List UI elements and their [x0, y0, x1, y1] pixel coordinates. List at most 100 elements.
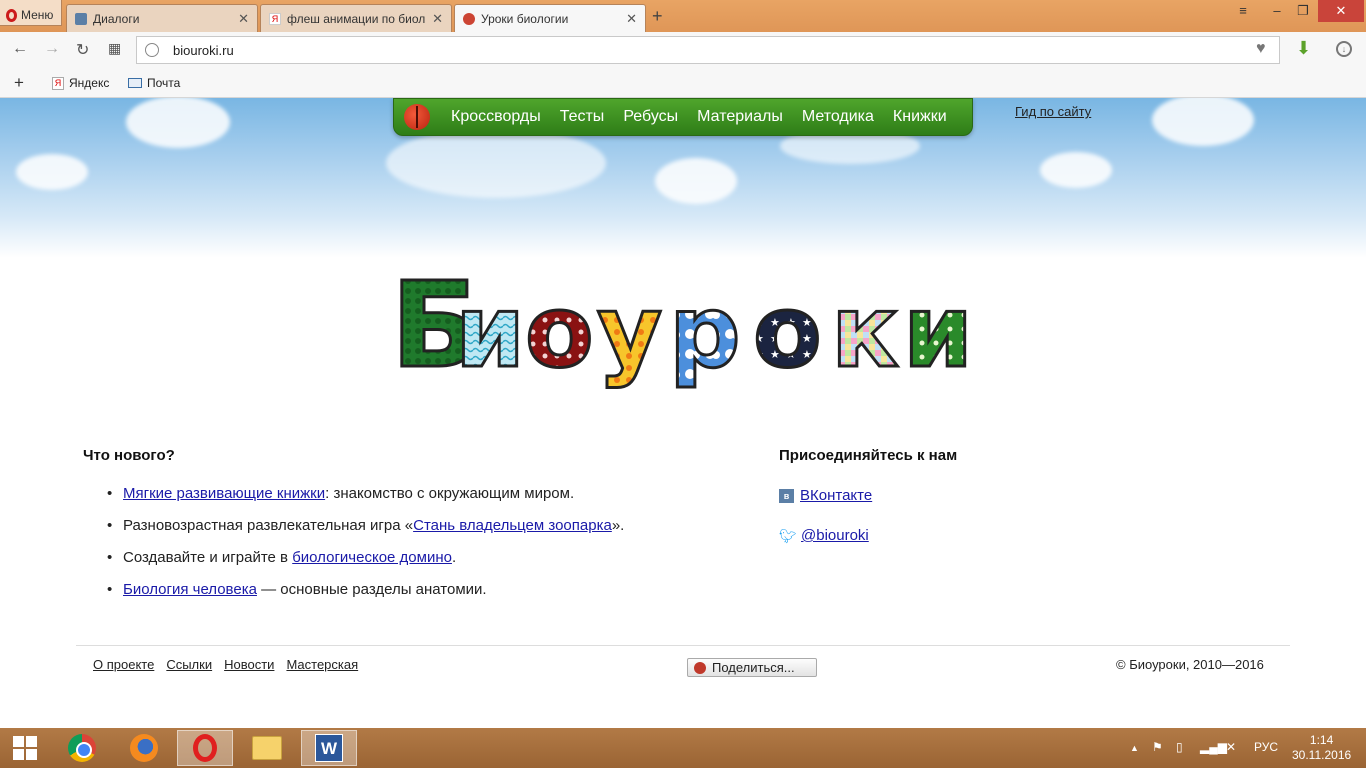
- share-button[interactable]: Поделиться...: [687, 658, 817, 677]
- bookmark-yandex[interactable]: Я Яндекс: [52, 76, 109, 90]
- ladybug-favicon-icon: [463, 13, 475, 25]
- footer-news-link[interactable]: Новости: [224, 657, 274, 672]
- title-bar: Меню Диалоги ✕ Я флеш анимации по биол ✕…: [0, 0, 1366, 33]
- list-item: Создавайте и играйте в биологическое дом…: [83, 548, 723, 580]
- chrome-icon: [68, 734, 96, 762]
- twitter-bird-icon: 🐦︎: [779, 527, 797, 544]
- svg-text:и: и: [903, 273, 973, 390]
- share-icon: [694, 661, 706, 674]
- taskbar-opera[interactable]: [177, 730, 233, 766]
- nav-materials[interactable]: Материалы: [697, 108, 783, 126]
- download-arrow-icon[interactable]: ⬇: [1296, 38, 1311, 59]
- tab-flash-animations[interactable]: Я флеш анимации по биол ✕: [260, 4, 452, 32]
- taskbar-firefox[interactable]: [116, 730, 172, 766]
- cloud-decoration: [655, 158, 737, 204]
- cloud-decoration: [386, 128, 606, 198]
- volume-muted-icon[interactable]: ✕: [1226, 740, 1236, 754]
- bio-domino-link[interactable]: биологическое домино: [292, 549, 452, 566]
- close-tab-icon[interactable]: ✕: [626, 11, 637, 27]
- opera-icon: [6, 8, 17, 22]
- social-title: Присоединяйтесь к нам: [779, 447, 958, 464]
- taskbar-explorer[interactable]: [239, 730, 295, 766]
- show-hidden-icons-icon[interactable]: ▲: [1130, 743, 1139, 753]
- news-text: — основные разделы анатомии.: [256, 581, 487, 598]
- signal-icon[interactable]: ▂▄▆: [1200, 740, 1227, 754]
- taskbar-chrome[interactable]: [54, 730, 110, 766]
- twitter-link[interactable]: @biouroki: [801, 527, 869, 544]
- footer-links: О проекте Ссылки Новости Мастерская: [93, 657, 358, 672]
- tab-dialogs[interactable]: Диалоги ✕: [66, 4, 258, 32]
- tab-label: флеш анимации по биол: [287, 11, 426, 26]
- taskbar: W ▲ ⚑ ▯ ▂▄▆ ✕ РУС 1:14 30.11.2016: [0, 728, 1366, 768]
- soft-books-link[interactable]: Мягкие развивающие книжки: [123, 485, 325, 502]
- nav-rebuses[interactable]: Ребусы: [623, 108, 678, 126]
- vk-social: в ВКонтакте: [779, 487, 872, 504]
- reload-icon[interactable]: ↻: [76, 40, 89, 60]
- svg-text:о: о: [525, 273, 594, 390]
- footer-links-link[interactable]: Ссылки: [166, 657, 212, 672]
- firefox-icon: [130, 734, 158, 762]
- svg-text:о: о: [753, 273, 822, 390]
- bookmark-label: Почта: [147, 76, 181, 90]
- opera-icon: [193, 734, 217, 762]
- address-bar[interactable]: biouroki.ru: [136, 36, 1280, 64]
- tab-label: Диалоги: [93, 11, 140, 26]
- site-info-icon[interactable]: [145, 43, 159, 57]
- share-label: Поделиться...: [712, 660, 795, 675]
- zoo-game-link[interactable]: Стань владельцем зоопарка: [413, 517, 612, 534]
- address-text: biouroki.ru: [173, 43, 234, 58]
- speed-dial-grid-icon[interactable]: ▦: [108, 40, 121, 57]
- site-nav: Кроссворды Тесты Ребусы Материалы Методи…: [393, 98, 973, 136]
- forward-arrow-icon[interactable]: →: [44, 40, 60, 58]
- language-indicator[interactable]: РУС: [1254, 740, 1278, 754]
- svg-text:у: у: [597, 273, 662, 390]
- cloud-decoration: [126, 98, 230, 148]
- add-bookmark-icon[interactable]: +: [14, 73, 24, 93]
- action-center-icon[interactable]: ⚑: [1152, 740, 1163, 754]
- vk-favicon-icon: [75, 12, 87, 25]
- clock[interactable]: 1:14 30.11.2016: [1292, 733, 1351, 763]
- footer-workshop-link[interactable]: Мастерская: [286, 657, 358, 672]
- vk-icon: в: [779, 488, 794, 503]
- minimize-button[interactable]: –: [1266, 0, 1288, 22]
- site-guide-link[interactable]: Гид по сайту: [1015, 104, 1091, 119]
- battery-icon[interactable]: ▯: [1176, 740, 1183, 754]
- nav-tests[interactable]: Тесты: [560, 108, 605, 126]
- new-tab-button[interactable]: +: [652, 6, 663, 27]
- nav-methodology[interactable]: Методика: [802, 108, 874, 126]
- news-title: Что нового?: [83, 447, 175, 464]
- tab-menu-icon[interactable]: ≡: [1232, 0, 1254, 22]
- twitter-social: 🐦︎ @biouroki: [779, 527, 869, 544]
- vk-link[interactable]: ВКонтакте: [800, 487, 872, 504]
- restore-button[interactable]: ❐: [1292, 0, 1314, 22]
- clock-date: 30.11.2016: [1292, 748, 1352, 762]
- address-toolbar: ← → ↻ ▦ biouroki.ru ♥ ⬇ ↓: [0, 32, 1366, 68]
- mail-icon: [128, 78, 142, 88]
- close-tab-icon[interactable]: ✕: [238, 11, 249, 27]
- list-item: Биология человека — основные разделы ана…: [83, 580, 723, 612]
- bookmark-mail[interactable]: Почта: [128, 76, 180, 90]
- back-arrow-icon[interactable]: ←: [12, 40, 28, 58]
- folder-icon: [252, 736, 282, 760]
- heart-bookmark-icon[interactable]: ♥: [1256, 40, 1266, 58]
- yandex-favicon-icon: Я: [269, 12, 281, 25]
- nav-books[interactable]: Книжки: [893, 108, 947, 126]
- bookmark-label: Яндекс: [69, 76, 110, 90]
- news-text: : знакомство с окружающим миром.: [325, 485, 575, 502]
- tab-biology-lessons[interactable]: Уроки биологии ✕: [454, 4, 646, 33]
- close-window-button[interactable]: ✕: [1318, 0, 1364, 22]
- news-text: .: [451, 549, 457, 566]
- svg-text:к: к: [831, 273, 899, 390]
- start-button[interactable]: [0, 730, 50, 766]
- footer-about-link[interactable]: О проекте: [93, 657, 154, 672]
- opera-menu-button[interactable]: Меню: [0, 0, 62, 26]
- nav-crosswords[interactable]: Кроссворды: [451, 108, 541, 126]
- close-tab-icon[interactable]: ✕: [432, 11, 443, 27]
- downloads-icon[interactable]: ↓: [1336, 41, 1352, 57]
- bookmarks-bar: + Я Яндекс Почта: [0, 68, 1366, 98]
- taskbar-word[interactable]: W: [301, 730, 357, 766]
- human-biology-link[interactable]: Биология человека: [123, 581, 257, 598]
- ladybug-logo-icon[interactable]: [404, 104, 430, 130]
- menu-label: Меню: [21, 8, 54, 22]
- list-item: Мягкие развивающие книжки: знакомство с …: [83, 484, 723, 516]
